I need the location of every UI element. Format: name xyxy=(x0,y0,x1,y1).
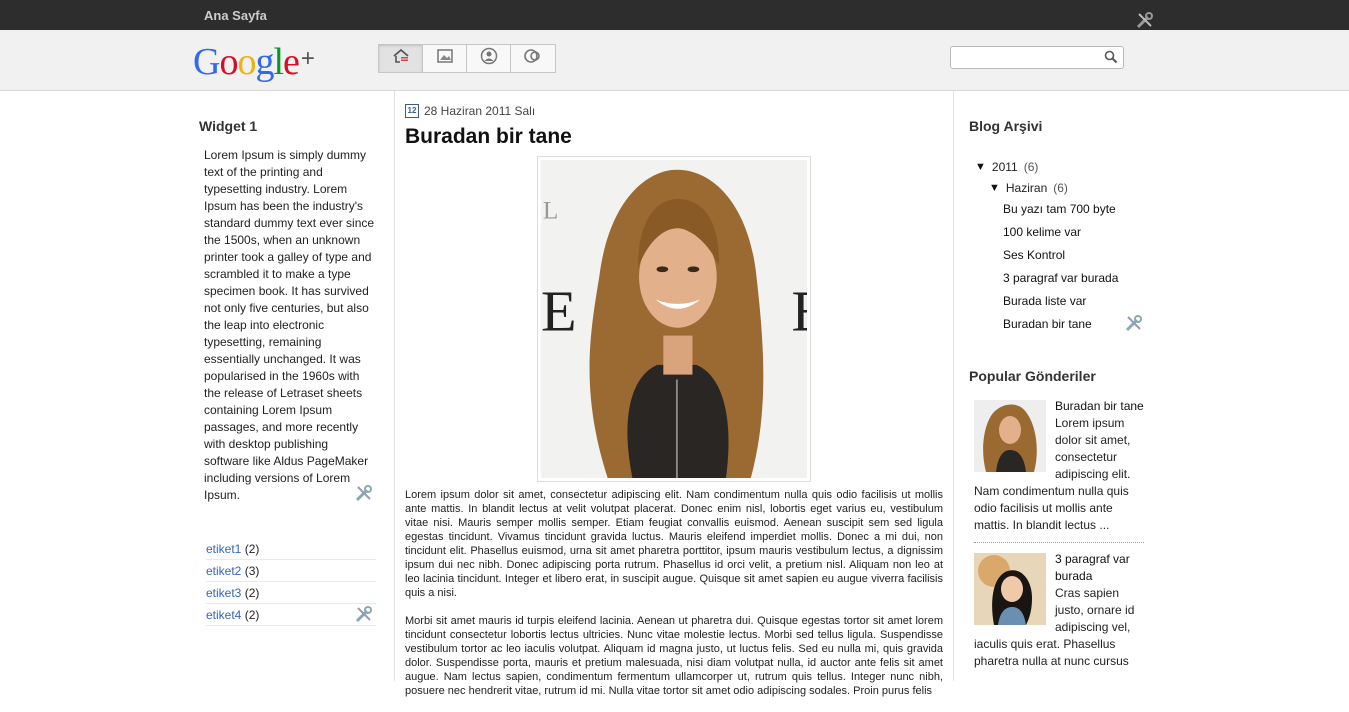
tab-photos[interactable] xyxy=(423,45,467,72)
column-divider xyxy=(953,91,954,681)
popular-posts-title: Popular Gönderiler xyxy=(969,368,1096,384)
post-date: 12 28 Haziran 2011 Salı xyxy=(405,104,943,118)
label-item: etiket2 (3) xyxy=(206,560,376,582)
profile-icon xyxy=(480,47,498,70)
popular-post-thumbnail[interactable] xyxy=(974,400,1046,472)
calendar-icon: 12 xyxy=(405,104,419,118)
archive-post-link[interactable]: 3 paragraf var burada xyxy=(1003,267,1149,290)
archive-month[interactable]: ▼ Haziran (6) xyxy=(989,177,1149,198)
home-icon xyxy=(392,48,410,69)
top-bar: Ana Sayfa xyxy=(0,0,1349,30)
svg-text:E: E xyxy=(791,279,807,344)
google-plus-logo[interactable]: Google+ xyxy=(193,40,315,84)
archive-title: Blog Arşivi xyxy=(969,118,1043,134)
svg-text:E: E xyxy=(541,279,577,344)
widget1-title: Widget 1 xyxy=(199,118,258,134)
right-sidebar: Blog Arşivi ▼ 2011 (6) ▼ Haziran (6) Bu … xyxy=(969,118,1149,670)
popular-post-title[interactable]: 3 paragraf var burada xyxy=(1055,552,1130,583)
main-post: 12 28 Haziran 2011 Salı Buradan bir tane… xyxy=(405,104,943,712)
header-bar: Google+ xyxy=(0,30,1349,91)
label-link[interactable]: etiket4 xyxy=(206,608,241,622)
archive-post-link[interactable]: Burada liste var xyxy=(1003,290,1149,313)
post-date-text: 28 Haziran 2011 Salı xyxy=(424,104,536,118)
svg-text:L: L xyxy=(543,196,558,224)
post-paragraph: Lorem ipsum dolor sit amet, consectetur … xyxy=(405,489,943,599)
post-title[interactable]: Buradan bir tane xyxy=(405,125,943,149)
collapse-triangle-icon[interactable]: ▼ xyxy=(989,182,1000,194)
labels-widget: etiket1 (2) etiket2 (3) etiket3 (2) etik… xyxy=(206,538,376,626)
archive-post-link[interactable]: Bu yazı tam 700 byte xyxy=(1003,198,1149,221)
archive-post-link[interactable]: Ses Kontrol xyxy=(1003,244,1149,267)
archive-year-label[interactable]: 2011 xyxy=(992,160,1018,174)
archive-post-link[interactable]: 100 kelime var xyxy=(1003,221,1149,244)
archive-month-label[interactable]: Haziran xyxy=(1006,181,1047,195)
search-icon[interactable] xyxy=(1104,50,1118,69)
archive-year[interactable]: ▼ 2011 (6) xyxy=(975,156,1149,177)
column-divider xyxy=(394,91,395,681)
label-item: etiket4 (2) xyxy=(206,604,376,626)
tab-home[interactable] xyxy=(379,45,423,72)
nav-tabs xyxy=(378,44,556,73)
popular-post-item: 3 paragraf var burada Cras sapien justo,… xyxy=(974,542,1144,670)
home-link[interactable]: Ana Sayfa xyxy=(204,8,267,23)
tab-circles[interactable] xyxy=(511,45,555,72)
blog-archive: ▼ 2011 (6) ▼ Haziran (6) Bu yazı tam 700… xyxy=(969,156,1149,336)
portrait-photo: L E E xyxy=(541,160,827,482)
left-sidebar: Widget 1 Lorem Ipsum is simply dummy tex… xyxy=(199,118,376,626)
search-box xyxy=(950,46,1124,69)
circles-icon xyxy=(523,47,543,70)
photo-icon xyxy=(436,48,454,69)
popular-post-thumbnail[interactable] xyxy=(974,553,1046,625)
widget1-text: Lorem Ipsum is simply dummy text of the … xyxy=(204,148,375,502)
popular-post-item: Buradan bir tane Lorem ipsum dolor sit a… xyxy=(974,398,1144,534)
popular-post-title[interactable]: Buradan bir tane xyxy=(1055,399,1144,413)
collapse-triangle-icon[interactable]: ▼ xyxy=(975,161,986,173)
edit-archive-tool-icon[interactable] xyxy=(1124,313,1144,333)
label-link[interactable]: etiket2 xyxy=(206,564,241,578)
settings-tool-icon[interactable] xyxy=(1135,10,1155,30)
edit-widget-tool-icon[interactable] xyxy=(354,483,374,503)
label-link[interactable]: etiket1 xyxy=(206,542,241,556)
label-item: etiket1 (2) xyxy=(206,538,376,560)
label-link[interactable]: etiket3 xyxy=(206,586,241,600)
post-body: Lorem ipsum dolor sit amet, consectetur … xyxy=(405,488,943,698)
post-image: L E E xyxy=(537,156,827,482)
edit-labels-tool-icon[interactable] xyxy=(354,604,374,624)
post-paragraph: Morbi sit amet mauris id turpis eleifend… xyxy=(405,615,943,697)
tab-profile[interactable] xyxy=(467,45,511,72)
search-input[interactable] xyxy=(955,47,1103,67)
label-item: etiket3 (2) xyxy=(206,582,376,604)
